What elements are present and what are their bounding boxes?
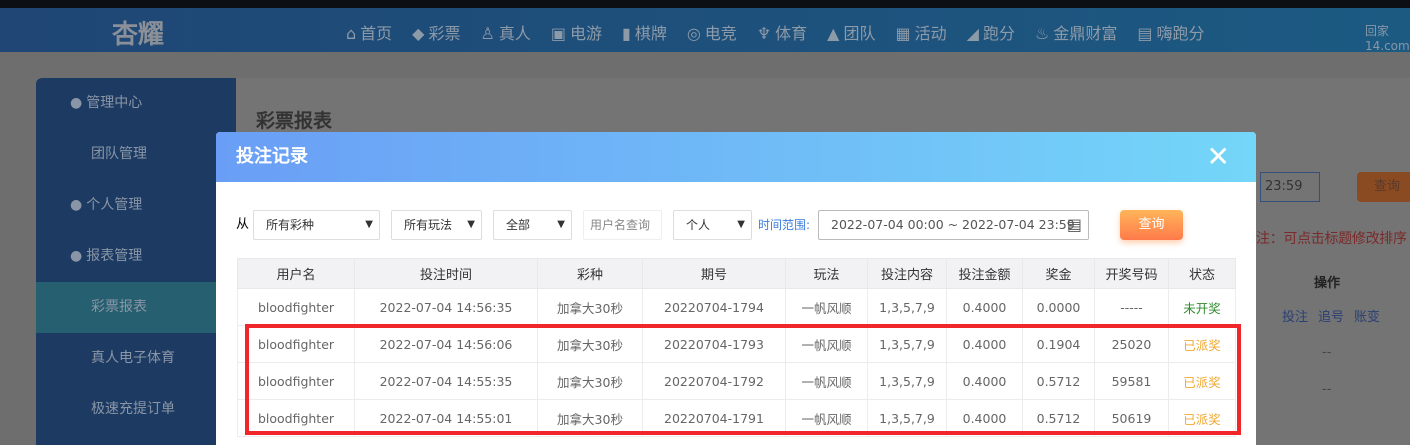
nav-item-6[interactable]: ♆ 体育 xyxy=(757,20,807,44)
ledger-link[interactable]: 账变 xyxy=(1354,306,1380,325)
gift-icon: ▦ xyxy=(895,24,911,43)
column-header[interactable]: 期号 xyxy=(642,258,786,289)
logo[interactable]: 杏耀 xyxy=(112,14,164,51)
date-range-input[interactable]: 2022-07-04 00:00 ~ 2022-07-04 23:59 ▤ xyxy=(818,210,1089,240)
table-cell: 2022-07-04 14:56:35 xyxy=(354,288,538,326)
op-empty: -- xyxy=(1322,345,1332,360)
cauldron-icon: ♨ xyxy=(1034,24,1050,43)
chevron-down-icon: ▼ xyxy=(467,219,475,230)
op-header: 操作 xyxy=(1314,276,1341,291)
query-button[interactable]: 查询 xyxy=(1120,210,1183,240)
cards-icon: ▮ xyxy=(622,24,631,43)
column-header[interactable]: 奖金 xyxy=(1022,258,1095,289)
nav-item-10[interactable]: ♨ 金鼎财富 xyxy=(1035,20,1117,44)
column-header[interactable]: 用户名 xyxy=(237,258,355,289)
nav-item-2[interactable]: ♙ 真人 xyxy=(481,20,531,44)
column-header[interactable]: 投注金额 xyxy=(946,258,1023,289)
main-nav: 杏耀 ⌂ 首页 ◆ 彩票 ♙ 真人 ▣ 电游 ▮ 棋牌 ◎ 电竞 ♆ 体育 ▲ 团队 ▦ 活动 ◢ 跑分 ♨ 金鼎财富 ▤ 嗨… xyxy=(0,8,1410,53)
nav-item-1[interactable]: ◆ 彩票 xyxy=(412,20,460,44)
table-cell: bloodfighter xyxy=(237,288,355,326)
bet-link[interactable]: 投注 xyxy=(1282,306,1308,325)
column-header[interactable]: 开奖号码 xyxy=(1094,258,1169,289)
sidebar-item-5[interactable]: 真人电子体育 xyxy=(36,333,236,384)
sidebar-item-0[interactable]: ● 管理中心 xyxy=(36,78,236,129)
op-links: 投注 追号 账变 xyxy=(1282,306,1380,325)
table-cell: 加拿大30秒 xyxy=(537,288,643,326)
nav-item-4[interactable]: ▮ 棋牌 xyxy=(622,20,667,44)
calendar-icon: ▤ xyxy=(1066,215,1082,234)
home-icon: ⌂ xyxy=(346,24,357,43)
car-icon: ◢ xyxy=(966,24,979,43)
slot-icon: ▣ xyxy=(550,24,566,43)
column-header[interactable]: 投注时间 xyxy=(354,258,538,289)
op-empty: -- xyxy=(1322,382,1332,397)
table-cell: 未开奖 xyxy=(1168,288,1236,326)
play-select[interactable]: 所有玩法 ▼ xyxy=(391,210,482,240)
username-input[interactable]: 用户名查询 xyxy=(583,210,662,240)
report-icon: ● xyxy=(70,248,83,264)
nav-item-3[interactable]: ▣ 电游 xyxy=(551,20,602,44)
table-cell: 0.4000 xyxy=(946,288,1023,326)
table-cell: 0.0000 xyxy=(1022,288,1095,326)
live-icon: ♙ xyxy=(480,24,495,43)
sidebar: ● 管理中心 团队管理 ● 个人管理 ● 报表管理 彩票报表 真人电子体育 极速充提订单 xyxy=(36,78,236,445)
lottery-icon: ◆ xyxy=(412,24,425,43)
sidebar-item-4[interactable]: 彩票报表 xyxy=(36,282,236,333)
modal-header: 投注记录 ✕ xyxy=(216,132,1256,182)
from-label: 从 xyxy=(236,217,250,232)
modal-title: 投注记录 xyxy=(236,146,308,167)
column-header[interactable]: 状态 xyxy=(1168,258,1236,289)
nav-item-7[interactable]: ▲ 团队 xyxy=(827,20,875,44)
filter-bar: 从 所有彩种 ▼ 所有玩法 ▼ 全部 ▼ 用户名查询 个人 ▼ 时间范围: 2022-0… xyxy=(216,210,1256,240)
sort-note: 注：可点击标题修改排序 xyxy=(1256,231,1407,247)
table-cell: ----- xyxy=(1094,288,1169,326)
nav-item-8[interactable]: ▦ 活动 xyxy=(896,20,947,44)
page-title: 彩票报表 xyxy=(256,110,333,132)
watermark: 回家14.com xyxy=(1365,24,1410,53)
user-icon: ● xyxy=(70,197,83,213)
bg-date-input[interactable]: 23:59 xyxy=(1260,172,1320,202)
sidebar-item-3[interactable]: ● 报表管理 xyxy=(36,231,236,282)
table-row: bloodfighter 2022-07-04 14:56:35 加拿大30秒 202… xyxy=(237,288,1236,326)
scope-select[interactable]: 全部 ▼ xyxy=(493,210,572,240)
gamepad-icon: ◎ xyxy=(686,24,701,43)
nav-item-0[interactable]: ⌂ 首页 xyxy=(346,20,392,44)
table-cell: 20220704-1794 xyxy=(642,288,786,326)
table-cell: 1,3,5,7,9 xyxy=(867,288,947,326)
bg-query-button[interactable]: 查询 xyxy=(1357,172,1410,202)
highlight-box xyxy=(245,324,1241,435)
hi-icon: ▤ xyxy=(1137,24,1153,43)
chevron-down-icon: ▼ xyxy=(365,219,373,230)
nav-item-11[interactable]: ▤ 嗨跑分 xyxy=(1137,20,1204,44)
nav-item-5[interactable]: ◎ 电竞 xyxy=(687,20,737,44)
range-label: 时间范围: xyxy=(758,218,811,232)
top-bar xyxy=(0,0,1410,8)
users-icon: ● xyxy=(70,95,83,111)
sidebar-item-1[interactable]: 团队管理 xyxy=(36,129,236,180)
column-header[interactable]: 彩种 xyxy=(537,258,643,289)
mode-select[interactable]: 个人 ▼ xyxy=(673,210,752,240)
column-header[interactable]: 投注内容 xyxy=(867,258,947,289)
sidebar-item-2[interactable]: ● 个人管理 xyxy=(36,180,236,231)
nav-item-9[interactable]: ◢ 跑分 xyxy=(967,20,1015,44)
close-icon[interactable]: ✕ xyxy=(1207,132,1230,182)
table-cell: 一帆风顺 xyxy=(785,288,868,326)
chevron-down-icon: ▼ xyxy=(737,219,745,230)
column-header[interactable]: 玩法 xyxy=(785,258,868,289)
chase-link[interactable]: 追号 xyxy=(1318,306,1344,325)
lottery-select[interactable]: 所有彩种 ▼ xyxy=(253,210,380,240)
trophy-icon: ♆ xyxy=(756,24,772,43)
sidebar-item-6[interactable]: 极速充提订单 xyxy=(36,384,236,435)
chevron-down-icon: ▼ xyxy=(557,219,565,230)
team-icon: ▲ xyxy=(827,24,840,43)
